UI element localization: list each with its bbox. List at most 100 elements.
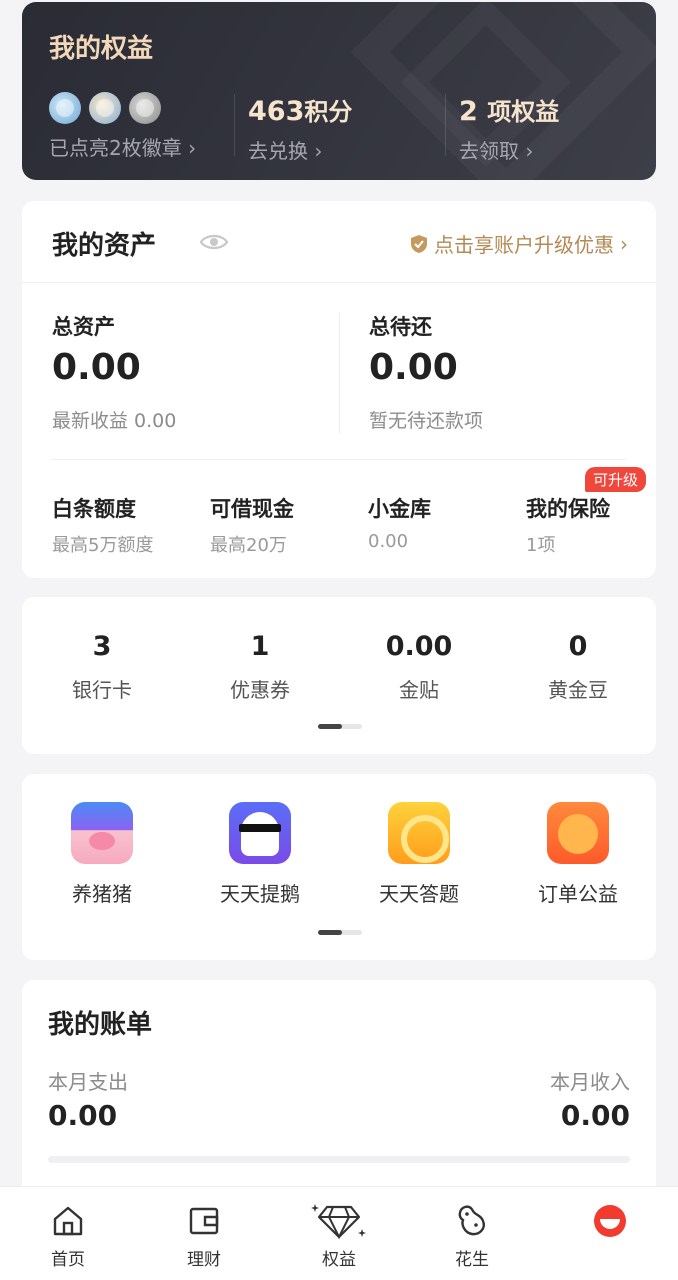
quick-item-sub: 最高5万额度 <box>52 535 154 556</box>
stats-card: 3 银行卡 1 优惠券 0.00 金贴 0 黄金豆 <box>22 597 656 754</box>
badges-text: 已点亮2枚徽章 <box>49 136 182 160</box>
nav-label: 权益 <box>322 1250 356 1270</box>
quick-item-label: 白条额度 <box>52 497 136 521</box>
monthly-income: 本月收入 0.00 <box>550 1066 630 1132</box>
stat-label: 黄金豆 <box>548 678 608 702</box>
points-action: 去兑换 <box>248 139 308 163</box>
divider <box>339 313 340 433</box>
stat-bank-cards[interactable]: 3 银行卡 <box>22 631 182 703</box>
badge-icon <box>49 92 81 124</box>
rights-unit: 项权益 <box>487 98 560 126</box>
app-pig[interactable]: 养猪猪 <box>22 802 182 907</box>
assets-card: 我的资产 点击享账户升级优惠 › 总资产 0.00 最新收益 0.00 总待还 … <box>22 201 656 578</box>
total-assets-label: 总资产 <box>52 315 115 339</box>
app-label: 天天答题 <box>379 882 459 906</box>
nav-item-wealth[interactable]: 理财 <box>144 1201 264 1270</box>
quiz-icon <box>388 802 450 864</box>
total-assets-hint: 最新收益 0.00 <box>52 410 177 432</box>
app-label: 天天提鹅 <box>220 882 300 906</box>
apps-card: 养猪猪 天天提鹅 天天答题 订单公益 <box>22 774 656 960</box>
chevron-right-icon: › <box>620 231 628 256</box>
nav-label: 花生 <box>455 1250 489 1270</box>
rights-entry[interactable]: 2 项权益 去领取 › <box>459 92 559 164</box>
total-repay-hint: 暂无待还款项 <box>369 410 484 432</box>
pig-icon <box>71 802 133 864</box>
app-charity[interactable]: 订单公益 <box>498 802 658 907</box>
wallet-icon <box>189 1207 219 1235</box>
app-label: 养猪猪 <box>72 882 132 906</box>
eye-icon[interactable] <box>199 231 229 253</box>
expense-label: 本月支出 <box>48 1070 128 1094</box>
monthly-expense: 本月支出 0.00 <box>48 1066 128 1132</box>
bill-progress-bar <box>48 1156 630 1163</box>
assets-header: 我的资产 点击享账户升级优惠 › <box>22 201 656 283</box>
page-indicator <box>318 724 362 729</box>
chevron-right-icon: › <box>188 136 197 160</box>
quick-item-label: 我的保险 <box>526 497 610 521</box>
divider <box>52 459 626 460</box>
stat-value: 0 <box>568 631 588 662</box>
stat-label: 优惠券 <box>230 678 290 702</box>
app-goose[interactable]: 天天提鹅 <box>180 802 340 907</box>
badge-icon <box>129 92 161 124</box>
profile-icon <box>594 1205 626 1237</box>
chevron-right-icon: › <box>314 139 323 163</box>
points-entry[interactable]: 463积分 去兑换 › <box>248 92 352 164</box>
quick-item-insurance[interactable]: 我的保险 1项 <box>526 493 610 557</box>
goose-icon <box>229 802 291 864</box>
nav-item-profile[interactable] <box>550 1201 670 1245</box>
quick-item-sub: 最高20万 <box>210 535 287 556</box>
total-repay-label: 总待还 <box>369 315 432 339</box>
divider <box>234 94 235 156</box>
benefits-title: 我的权益 <box>49 34 154 64</box>
income-value: 0.00 <box>560 1099 630 1132</box>
stat-coupons[interactable]: 1 优惠券 <box>180 631 340 703</box>
stat-value: 1 <box>250 631 270 662</box>
upgrade-badge: 可升级 <box>584 467 646 492</box>
upgrade-text: 点击享账户升级优惠 <box>434 233 614 257</box>
page-indicator <box>318 930 362 935</box>
quick-item-baitiao[interactable]: 白条额度 最高5万额度 <box>52 493 153 557</box>
peanut-icon <box>458 1205 485 1236</box>
shield-icon <box>411 234 427 253</box>
bill-card[interactable]: 我的账单 本月支出 0.00 本月收入 0.00 <box>22 980 656 1210</box>
points-unit: 积分 <box>304 98 353 126</box>
stat-gold-subsidy[interactable]: 0.00 金贴 <box>339 631 499 703</box>
stat-label: 金贴 <box>399 678 439 702</box>
upgrade-link[interactable]: 点击享账户升级优惠 › <box>410 229 628 258</box>
rights-value: 2 <box>459 96 478 127</box>
stat-label: 银行卡 <box>72 678 132 702</box>
quick-item-sub: 0.00 <box>368 531 409 552</box>
dog-icon <box>547 802 609 864</box>
nav-label: 首页 <box>51 1250 85 1270</box>
diamond-icon <box>311 1204 366 1240</box>
benefits-card: 我的权益 已点亮2枚徽章 › 463积分 去兑换 › 2 项权益 去领取 › <box>22 2 656 180</box>
badge-icon <box>89 92 121 124</box>
nav-label: 理财 <box>187 1250 221 1270</box>
total-repay[interactable]: 总待还 0.00 暂无待还款项 <box>369 311 483 433</box>
quick-item-vault[interactable]: 小金库 0.00 <box>368 493 431 552</box>
rights-action: 去领取 <box>459 139 519 163</box>
home-icon <box>53 1206 83 1236</box>
nav-item-benefits[interactable]: 权益 <box>279 1201 399 1270</box>
quick-item-sub: 1项 <box>526 535 556 556</box>
quick-item-label: 小金库 <box>368 497 431 521</box>
total-assets-value: 0.00 <box>52 347 141 388</box>
nav-item-peanut[interactable]: 花生 <box>412 1201 532 1270</box>
app-quiz[interactable]: 天天答题 <box>339 802 499 907</box>
total-assets[interactable]: 总资产 0.00 最新收益 0.00 <box>52 311 176 433</box>
assets-title: 我的资产 <box>52 231 157 261</box>
income-label: 本月收入 <box>550 1070 630 1094</box>
nav-item-home[interactable]: 首页 <box>8 1201 128 1270</box>
bill-title: 我的账单 <box>48 1010 153 1040</box>
quick-item-cash[interactable]: 可借现金 最高20万 <box>210 493 294 557</box>
badges-entry[interactable]: 已点亮2枚徽章 › <box>49 92 196 161</box>
app-label: 订单公益 <box>538 882 618 906</box>
expense-value: 0.00 <box>48 1099 118 1132</box>
bottom-nav: 首页 理财 权益 花生 <box>0 1186 678 1280</box>
quick-item-label: 可借现金 <box>210 497 294 521</box>
stat-gold-beans[interactable]: 0 黄金豆 <box>498 631 658 703</box>
badge-list <box>49 92 196 124</box>
stat-value: 0.00 <box>385 631 453 662</box>
points-value: 463 <box>248 96 305 127</box>
